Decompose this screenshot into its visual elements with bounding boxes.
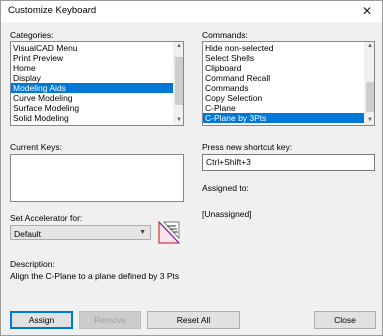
accelerator-label: Set Accelerator for: — [10, 213, 83, 223]
list-item[interactable]: C-Plane by 3Pts — [203, 113, 364, 123]
dialog-title: Customize Keyboard — [8, 5, 97, 16]
scroll-up-icon[interactable]: ▲ — [365, 42, 374, 51]
list-item[interactable]: Modeling Aids — [11, 83, 173, 93]
list-item[interactable]: Select Shells — [203, 53, 364, 63]
scroll-thumb[interactable] — [175, 57, 183, 105]
list-item[interactable]: Print Preview — [11, 53, 173, 63]
list-item[interactable]: C-Plane by Object — [203, 123, 364, 125]
categories-listbox[interactable]: VisualCAD Menu Print Preview Home Display Mo… — [10, 41, 184, 126]
list-item[interactable]: Curve Modeling — [11, 93, 173, 103]
scroll-down-icon[interactable]: ▼ — [365, 116, 374, 125]
list-item[interactable]: Copy Selection — [203, 93, 364, 103]
list-item[interactable]: Command Recall — [203, 73, 364, 83]
list-item[interactable]: Surface Modeling — [11, 103, 173, 113]
chevron-down-icon: ▼ — [139, 229, 146, 236]
title-bar: Customize Keyboard ✕ — [1, 1, 382, 22]
list-item[interactable]: C-Plane — [203, 103, 364, 113]
scroll-up-icon[interactable]: ▲ — [174, 42, 183, 51]
list-item[interactable]: Home — [11, 63, 173, 73]
assigned-to-value: [Unassigned] — [202, 209, 252, 219]
list-item[interactable]: Mesh Modeling — [11, 123, 173, 125]
list-item[interactable]: Solid Modeling — [11, 113, 173, 123]
categories-scrollbar[interactable]: ▲ ▼ — [173, 42, 183, 125]
reset-all-button[interactable]: Reset All — [147, 311, 240, 329]
list-item[interactable]: Clipboard — [203, 63, 364, 73]
new-shortcut-input[interactable]: Ctrl+Shift+3 — [202, 154, 375, 171]
customize-keyboard-dialog: Customize Keyboard ✕ Categories: VisualC… — [0, 0, 383, 336]
assigned-to-label: Assigned to: — [202, 183, 249, 193]
commands-scrollbar[interactable]: ▲ ▼ — [364, 42, 374, 125]
list-item[interactable]: Commands — [203, 83, 364, 93]
list-item[interactable]: Hide non-selected — [203, 43, 364, 53]
list-item[interactable]: VisualCAD Menu — [11, 43, 173, 53]
categories-label: Categories: — [10, 30, 54, 40]
scroll-thumb[interactable] — [366, 82, 374, 112]
accelerator-value: Default — [14, 229, 41, 239]
list-item[interactable]: Display — [11, 73, 173, 83]
close-button[interactable]: Close — [314, 311, 376, 329]
commands-listbox[interactable]: Hide non-selected Select Shells Clipboard C… — [202, 41, 375, 126]
commands-label: Commands: — [202, 30, 248, 40]
accelerator-select[interactable]: Default ▼ — [10, 225, 151, 240]
current-keys-listbox[interactable] — [10, 154, 184, 202]
description-text: Align the C-Plane to a plane defined by … — [10, 271, 180, 281]
current-keys-label: Current Keys: — [10, 142, 62, 152]
new-shortcut-label: Press new shortcut key: — [202, 142, 293, 152]
description-label: Description: — [10, 259, 55, 269]
remove-button[interactable]: Remove — [79, 311, 141, 329]
assign-button[interactable]: Assign — [10, 311, 73, 329]
close-icon[interactable]: ✕ — [352, 1, 382, 22]
scroll-down-icon[interactable]: ▼ — [174, 116, 183, 125]
accelerator-table-icon — [158, 221, 180, 244]
